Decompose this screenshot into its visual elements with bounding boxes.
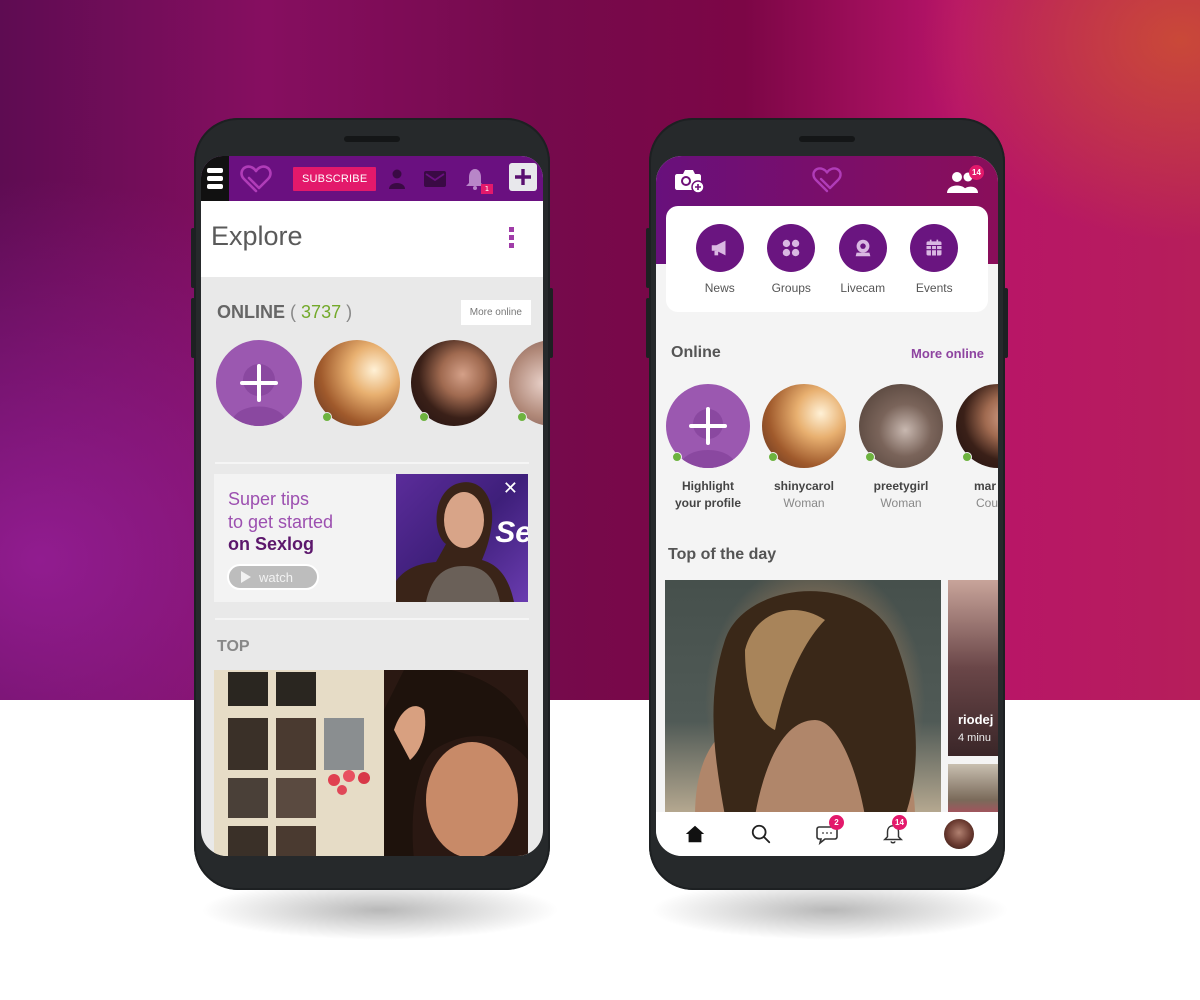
background-white: [0, 700, 1200, 1000]
person-icon[interactable]: [385, 167, 409, 191]
heart-logo-icon[interactable]: [811, 166, 843, 194]
top-of-day-main-photo[interactable]: [665, 580, 941, 816]
camera-plus-icon[interactable]: [674, 166, 706, 194]
online-indicator: [672, 452, 682, 462]
volume-button: [646, 228, 650, 288]
nav-chat[interactable]: 2: [812, 815, 844, 849]
background-gradient: [0, 0, 1200, 700]
online-label: ONLINE: [217, 302, 286, 322]
search-icon: [751, 824, 771, 844]
heart-logo-icon[interactable]: [239, 164, 273, 194]
top-section-title: TOP: [217, 638, 250, 655]
calendar-icon: [926, 239, 942, 256]
quick-link-groups[interactable]: Groups: [758, 206, 824, 312]
home-icon: [685, 825, 705, 843]
phone-speaker: [344, 136, 400, 142]
right-screen: 14 News Groups Livecam Events Online Mor…: [656, 156, 998, 856]
groups-icon: [783, 239, 800, 257]
volume-button: [646, 298, 650, 358]
top-bar: SUBSCRIBE 1: [201, 156, 543, 201]
user-name: mar: [974, 479, 997, 493]
subscribe-button[interactable]: SUBSCRIBE: [293, 166, 377, 191]
more-online-button[interactable]: More online: [460, 300, 531, 325]
top-of-day-side-photo[interactable]: riodej 4 minu: [948, 580, 998, 756]
promo-video-thumbnail[interactable]: Se ✕: [396, 474, 528, 602]
quick-links: News Groups Livecam Events: [666, 206, 988, 312]
quick-link-livecam[interactable]: Livecam: [830, 206, 896, 312]
nav-profile[interactable]: [944, 819, 974, 849]
plus-icon: [231, 364, 287, 426]
left-phone: SUBSCRIBE 1 Explore ONLINE (3737) More…: [191, 118, 553, 890]
top-photo-image: [214, 670, 528, 856]
top-photo[interactable]: [214, 670, 528, 856]
nav-search[interactable]: [746, 819, 776, 849]
kebab-menu-icon[interactable]: [509, 227, 515, 251]
more-online-link[interactable]: More online: [911, 346, 984, 361]
online-indicator: [865, 452, 875, 462]
quick-link-events[interactable]: Events: [901, 206, 967, 312]
promo-text: Super tips to get started: [228, 489, 334, 532]
online-section-title: Online: [671, 344, 721, 361]
divider: [215, 462, 529, 464]
promo-brand-text: on Sexlog: [228, 534, 315, 554]
add-button[interactable]: [509, 163, 537, 191]
user-avatar: [944, 819, 974, 849]
left-screen: SUBSCRIBE 1 Explore ONLINE (3737) More…: [201, 156, 543, 856]
nav-notifications[interactable]: 14: [878, 815, 908, 849]
power-button: [549, 288, 553, 358]
top-of-day-title: Top of the day: [668, 546, 777, 563]
watch-button[interactable]: watch: [227, 564, 319, 590]
plus-icon: [515, 169, 531, 185]
promo-video-text: Se: [495, 516, 528, 549]
friends-badge: 14: [969, 165, 984, 180]
online-count: ( 3737 ): [290, 302, 353, 322]
online-user-item[interactable]: shinycarol Woman: [762, 384, 846, 512]
volume-button: [191, 298, 195, 358]
highlight-profile-item[interactable]: Highlight your profile: [666, 384, 750, 512]
user-name: Highlight your profile: [674, 479, 741, 510]
close-icon[interactable]: ✕: [503, 478, 518, 499]
page-header: Explore: [201, 201, 543, 277]
right-phone: 14 News Groups Livecam Events Online Mor…: [646, 118, 1008, 890]
notification-badge: 1: [481, 184, 493, 194]
notifications-badge: 14: [892, 815, 907, 830]
play-icon: [241, 571, 251, 583]
online-indicator: [962, 452, 972, 462]
megaphone-icon: [711, 240, 726, 256]
user-gender: Woman: [880, 496, 922, 510]
online-indicator: [322, 412, 332, 422]
online-section-title: ONLINE ( 3737 ): [217, 302, 352, 323]
top-photo-image: [695, 591, 916, 816]
page-title: Explore: [211, 221, 303, 251]
divider: [215, 618, 529, 620]
webcam-icon: [855, 239, 871, 257]
user-name: shinycarol: [773, 479, 835, 493]
online-indicator: [419, 412, 429, 422]
bottom-navigation: 2 14: [656, 812, 998, 856]
volume-button: [191, 228, 195, 288]
online-user-item[interactable]: mar Cou: [956, 384, 998, 512]
user-gender: Cou: [976, 496, 998, 510]
user-name: riodej: [958, 712, 994, 727]
online-user-item[interactable]: preetygirl Woman: [859, 384, 943, 512]
hamburger-icon[interactable]: [201, 156, 229, 201]
envelope-icon[interactable]: [423, 167, 447, 191]
add-profile-avatar[interactable]: [216, 340, 302, 426]
nav-home[interactable]: [680, 819, 710, 849]
post-time: 4 minu: [958, 732, 992, 744]
user-gender: Woman: [783, 496, 825, 510]
chat-badge: 2: [829, 815, 844, 830]
online-indicator: [768, 452, 778, 462]
promo-banner[interactable]: Super tips to get started on Sexlog watc…: [214, 474, 528, 602]
quick-link-news[interactable]: News: [687, 206, 753, 312]
power-button: [1004, 288, 1008, 358]
user-name: preetygirl: [873, 479, 929, 493]
online-indicator: [517, 412, 527, 422]
phone-speaker: [799, 136, 855, 142]
